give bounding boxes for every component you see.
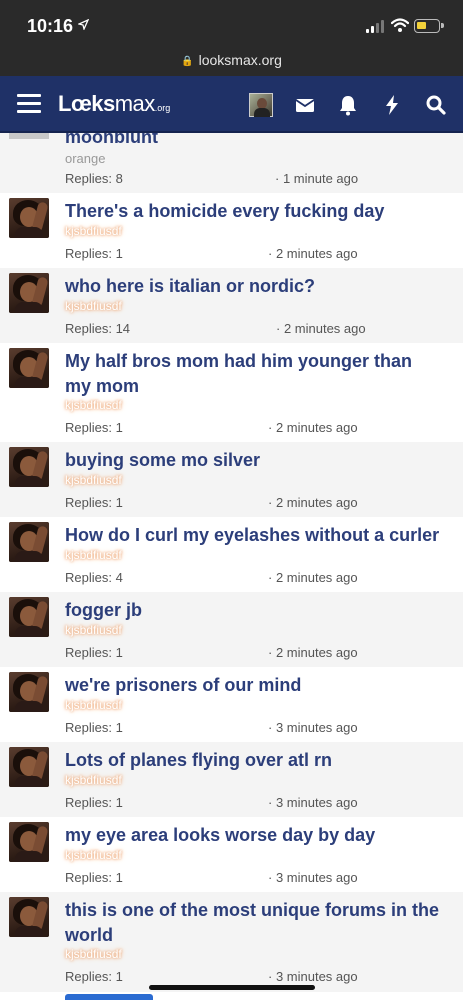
- thread-author[interactable]: kjsbdfiusdf: [65, 947, 122, 961]
- status-time: 10:16: [27, 16, 74, 36]
- thread-author-avatar[interactable]: [9, 597, 49, 637]
- thread-title[interactable]: My half bros mom had him younger than my…: [65, 349, 443, 399]
- thread-time[interactable]: · 3 minutes ago: [268, 870, 358, 885]
- thread-title[interactable]: buying some mo silver: [65, 448, 443, 473]
- thread-item[interactable]: Lots of planes flying over atl rn kjsbdf…: [0, 742, 463, 817]
- thread-replies: Replies: 1: [65, 720, 123, 735]
- thread-author-avatar[interactable]: [9, 522, 49, 562]
- thread-item[interactable]: buying some mo silver kjsbdfiusdf Replie…: [0, 442, 463, 517]
- thread-time[interactable]: · 3 minutes ago: [268, 969, 358, 984]
- thread-author[interactable]: kjsbdfiusdf: [65, 473, 122, 487]
- thread-item[interactable]: who here is italian or nordic? kjsbdfius…: [0, 268, 463, 343]
- site-logo[interactable]: Lœksmax.org: [58, 91, 170, 117]
- thread-time[interactable]: · 2 minutes ago: [268, 570, 358, 585]
- thread-author[interactable]: orange: [65, 151, 105, 166]
- thread-title[interactable]: we're prisoners of our mind: [65, 673, 443, 698]
- thread-author-avatar[interactable]: [9, 747, 49, 787]
- thread-replies: Replies: 1: [65, 795, 123, 810]
- thread-replies: Replies: 1: [65, 495, 123, 510]
- thread-title[interactable]: who here is italian or nordic?: [65, 274, 443, 299]
- thread-item[interactable]: My half bros mom had him younger than my…: [0, 343, 463, 442]
- thread-author[interactable]: kjsbdfiusdf: [65, 299, 122, 313]
- thread-author[interactable]: kjsbdfiusdf: [65, 698, 122, 712]
- thread-author[interactable]: kjsbdfiusdf: [65, 224, 122, 238]
- thread-time[interactable]: · 2 minutes ago: [276, 321, 366, 336]
- thread-title[interactable]: my eye area looks worse day by day: [65, 823, 443, 848]
- next-thread-peek: [65, 994, 153, 1000]
- site-navbar: Lœksmax.org: [0, 76, 463, 133]
- lightning-icon[interactable]: [380, 93, 404, 117]
- thread-time[interactable]: · 2 minutes ago: [268, 246, 358, 261]
- menu-icon[interactable]: [17, 94, 41, 114]
- thread-title[interactable]: this is one of the most unique forums in…: [65, 898, 443, 948]
- thread-item[interactable]: my eye area looks worse day by day kjsbd…: [0, 817, 463, 892]
- thread-author[interactable]: kjsbdfiusdf: [65, 548, 122, 562]
- thread-replies: Replies: 1: [65, 870, 123, 885]
- logo-org: .org: [154, 103, 171, 113]
- thread-author-avatar[interactable]: [9, 447, 49, 487]
- home-indicator[interactable]: [149, 985, 315, 990]
- logo-max: max: [114, 91, 156, 116]
- thread-title[interactable]: There's a homicide every fucking day: [65, 199, 443, 224]
- thread-author-avatar[interactable]: [9, 897, 49, 937]
- thread-item[interactable]: fogger jb kjsbdfiusdf Replies: 1 · 2 min…: [0, 592, 463, 667]
- thread-title[interactable]: How do I curl my eyelashes without a cur…: [65, 523, 453, 548]
- thread-replies: Replies: 14: [65, 321, 131, 336]
- thread-replies: Replies: 4: [65, 570, 123, 585]
- thread-time[interactable]: · 2 minutes ago: [268, 645, 358, 660]
- thread-item[interactable]: There's a homicide every fucking day kjs…: [0, 193, 463, 268]
- wifi-icon: [390, 17, 410, 33]
- thread-list: moonblunt orange Replies: 8 · 1 minute a…: [0, 133, 463, 1000]
- thread-author-avatar[interactable]: [9, 672, 49, 712]
- thread-time[interactable]: · 3 minutes ago: [268, 720, 358, 735]
- thread-author[interactable]: kjsbdfiusdf: [65, 773, 122, 787]
- location-arrow-icon: [77, 17, 90, 33]
- thread-time[interactable]: · 3 minutes ago: [268, 795, 358, 810]
- bell-icon[interactable]: [336, 93, 360, 117]
- search-icon[interactable]: [424, 93, 448, 117]
- status-bar: 10:16: [0, 0, 463, 48]
- thread-author-avatar[interactable]: [9, 822, 49, 862]
- logo-main: Lœks: [58, 91, 115, 116]
- thread-title[interactable]: Lots of planes flying over atl rn: [65, 748, 443, 773]
- thread-item[interactable]: this is one of the most unique forums in…: [0, 892, 463, 992]
- thread-author[interactable]: kjsbdfiusdf: [65, 848, 122, 862]
- thread-author-avatar[interactable]: [9, 273, 49, 313]
- thread-item[interactable]: we're prisoners of our mind kjsbdfiusdf …: [0, 667, 463, 742]
- battery-icon: [414, 19, 444, 33]
- thread-time[interactable]: · 2 minutes ago: [268, 420, 358, 435]
- thread-replies: Replies: 1: [65, 645, 123, 660]
- thread-replies: Replies: 1: [65, 420, 123, 435]
- lock-icon: 🔒: [181, 56, 194, 67]
- thread-author-avatar[interactable]: [9, 133, 49, 139]
- url-bar[interactable]: 🔒 looksmax.org: [0, 48, 463, 76]
- cellular-signal-icon: [366, 20, 386, 33]
- thread-item[interactable]: How do I curl my eyelashes without a cur…: [0, 517, 463, 592]
- thread-title[interactable]: moonblunt: [65, 133, 443, 150]
- thread-title[interactable]: fogger jb: [65, 598, 443, 623]
- thread-author[interactable]: kjsbdfiusdf: [65, 398, 122, 412]
- thread-time[interactable]: · 1 minute ago: [275, 171, 358, 186]
- thread-author-avatar[interactable]: [9, 198, 49, 238]
- thread-replies: Replies: 8: [65, 171, 123, 186]
- thread-time[interactable]: · 2 minutes ago: [268, 495, 358, 510]
- thread-item[interactable]: moonblunt orange Replies: 8 · 1 minute a…: [0, 133, 463, 193]
- thread-author-avatar[interactable]: [9, 348, 49, 388]
- thread-replies: Replies: 1: [65, 969, 123, 984]
- mail-icon[interactable]: [293, 93, 317, 117]
- thread-author[interactable]: kjsbdfiusdf: [65, 623, 122, 637]
- user-avatar[interactable]: [249, 93, 273, 117]
- url-text: looksmax.org: [198, 52, 282, 68]
- thread-replies: Replies: 1: [65, 246, 123, 261]
